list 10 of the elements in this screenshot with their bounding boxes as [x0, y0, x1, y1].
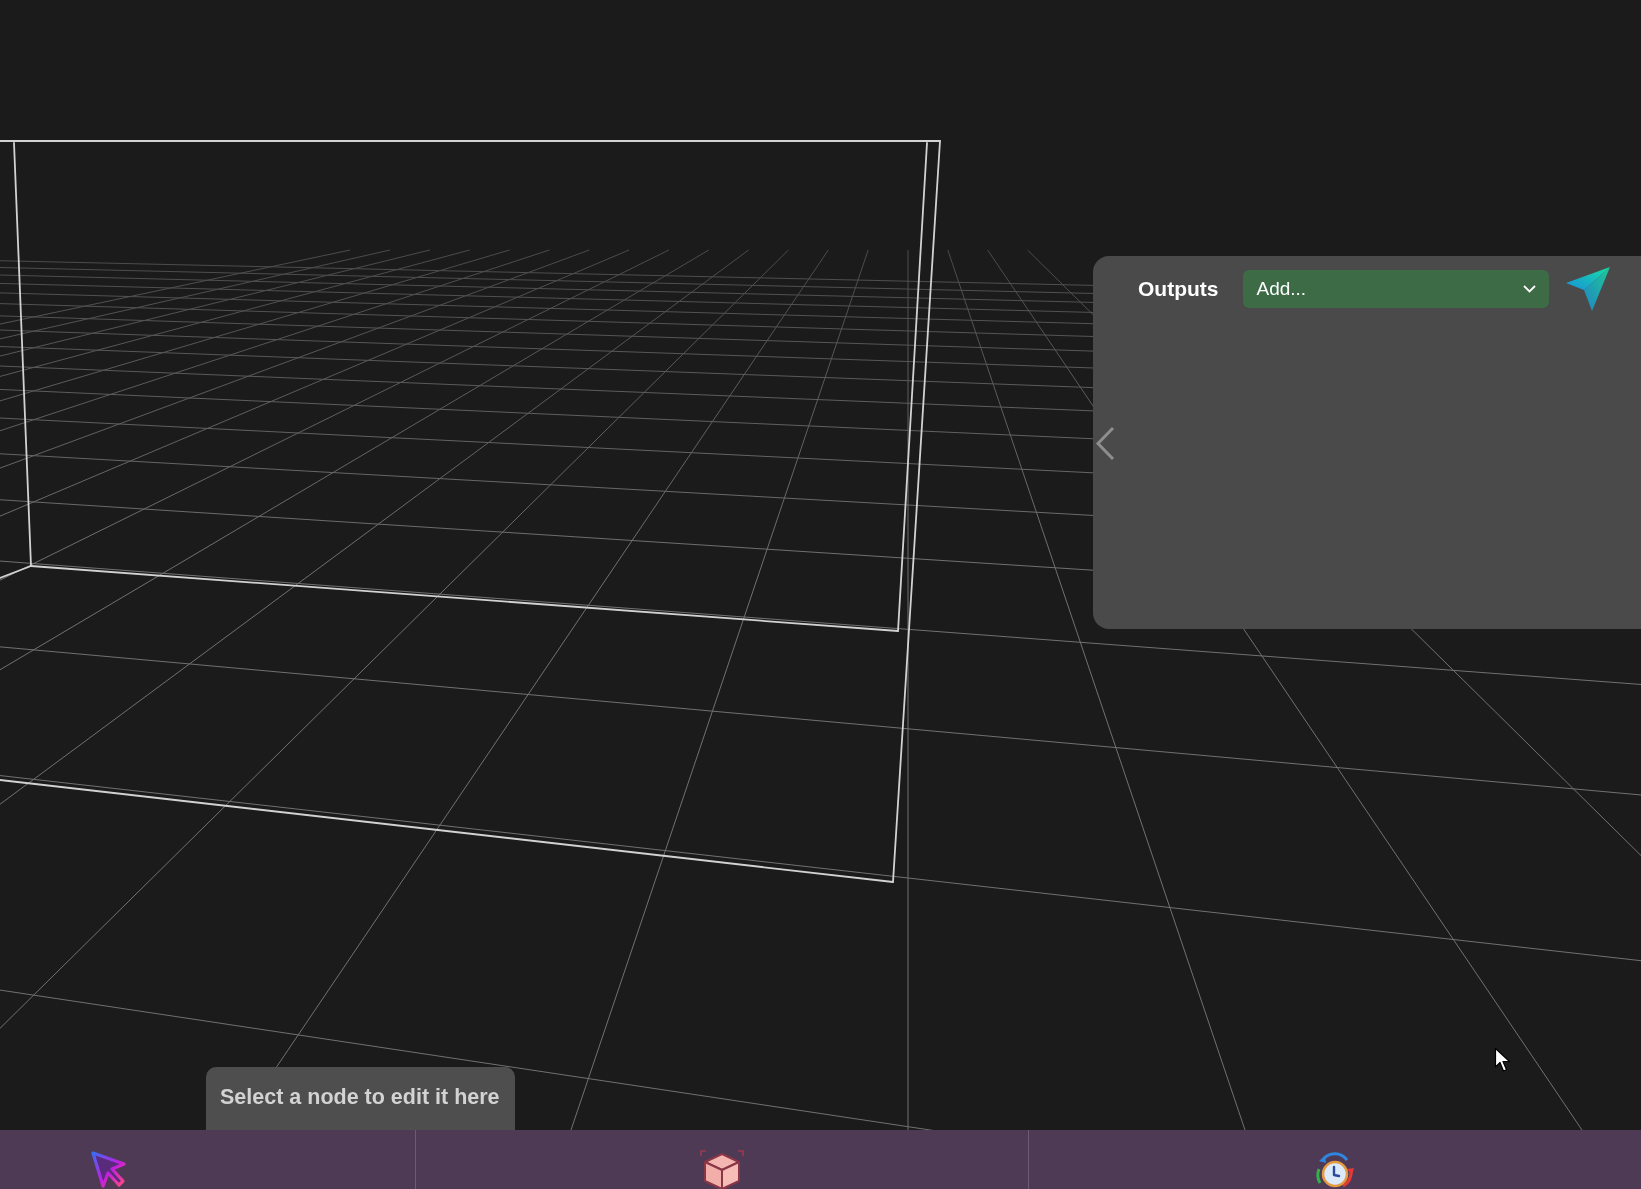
cursor-icon[interactable] [89, 1149, 129, 1189]
panel-title: Outputs [1138, 276, 1219, 301]
clock-icon[interactable] [1313, 1149, 1357, 1189]
chevron-left-icon[interactable] [1095, 426, 1115, 461]
chevron-down-icon [1523, 284, 1537, 293]
paper-plane-icon[interactable] [1565, 265, 1612, 312]
add-dropdown[interactable]: Add... [1243, 269, 1550, 308]
mouse-pointer-icon [1494, 1047, 1512, 1073]
cube-icon[interactable] [699, 1149, 745, 1189]
node-editor-hint: Select a node to edit it here [206, 1067, 515, 1130]
